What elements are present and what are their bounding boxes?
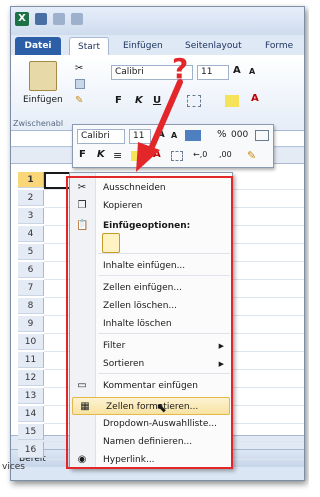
screenshot-stage: { "ribbon": { "tabs": ["Datei","Start","… (0, 0, 309, 497)
paste-icon[interactable] (29, 61, 57, 91)
format-painter-icon[interactable]: ✎ (75, 95, 83, 106)
mini-format-painter-icon[interactable]: ✎ (247, 149, 256, 162)
row-header-5[interactable]: 5 (18, 244, 44, 260)
ribbon-tab-strip: Datei Start Einfügen Seitenlayout Forme (11, 35, 304, 55)
row-header-4[interactable]: 4 (18, 226, 44, 242)
bold-button[interactable]: F (115, 95, 122, 106)
tab-einfuegen[interactable]: Einfügen (123, 37, 163, 55)
shrink-font-icon[interactable]: A (249, 67, 255, 76)
mini-align-icon[interactable]: ≡ (113, 149, 122, 162)
title-bar: X (11, 7, 304, 35)
row-header-8[interactable]: 8 (18, 298, 44, 314)
red-highlight-frame (66, 176, 233, 469)
undo-icon[interactable] (53, 13, 65, 25)
question-mark-annotation: ? (172, 52, 189, 85)
mini-font-name-box[interactable]: Calibri (77, 129, 125, 144)
row-header-10[interactable]: 10 (18, 334, 44, 350)
mini-thousands-button[interactable]: 000 (231, 130, 248, 140)
mini-decrease-decimal-icon[interactable]: ,00 (219, 150, 232, 159)
row-header-3[interactable]: 3 (18, 208, 44, 224)
mini-bold-button[interactable]: F (79, 149, 86, 160)
mini-percent-button[interactable]: % (217, 129, 227, 140)
red-arrow-icon (136, 79, 183, 172)
clipboard-group-label: Zwischenabl (13, 119, 64, 128)
mini-increase-decimal-icon[interactable]: ←,0 (193, 150, 207, 159)
row-header-16[interactable]: 16 (18, 442, 44, 458)
row-header-13[interactable]: 13 (18, 388, 44, 404)
font-size-box[interactable]: 11 (197, 65, 229, 80)
paste-button-label[interactable]: Einfügen (23, 95, 63, 105)
tab-formeln[interactable]: Forme (265, 37, 293, 55)
grow-font-icon[interactable]: A (233, 65, 241, 76)
excel-app-icon[interactable]: X (15, 12, 29, 26)
save-icon[interactable] (35, 13, 47, 25)
mini-italic-button[interactable]: K (97, 149, 105, 160)
copy-icon[interactable] (75, 79, 85, 89)
tab-start[interactable]: Start (69, 37, 109, 55)
taskbar-text: vices (2, 462, 26, 472)
row-header-2[interactable]: 2 (18, 190, 44, 206)
fill-color-icon[interactable] (225, 95, 239, 107)
font-color-icon[interactable]: A (251, 93, 259, 104)
redo-icon[interactable] (71, 13, 83, 25)
row-header-15[interactable]: 15 (18, 424, 44, 440)
row-header-7[interactable]: 7 (18, 280, 44, 296)
cut-icon[interactable]: ✂ (75, 63, 83, 74)
row-header-11[interactable]: 11 (18, 352, 44, 368)
row-header-9[interactable]: 9 (18, 316, 44, 332)
row-header-6[interactable]: 6 (18, 262, 44, 278)
tab-datei[interactable]: Datei (15, 37, 61, 55)
mini-format-icon[interactable] (255, 130, 269, 141)
row-header-14[interactable]: 14 (18, 406, 44, 422)
row-header-12[interactable]: 12 (18, 370, 44, 386)
row-header-1[interactable]: 1 (18, 172, 44, 188)
tab-seitenlayout[interactable]: Seitenlayout (185, 37, 242, 55)
